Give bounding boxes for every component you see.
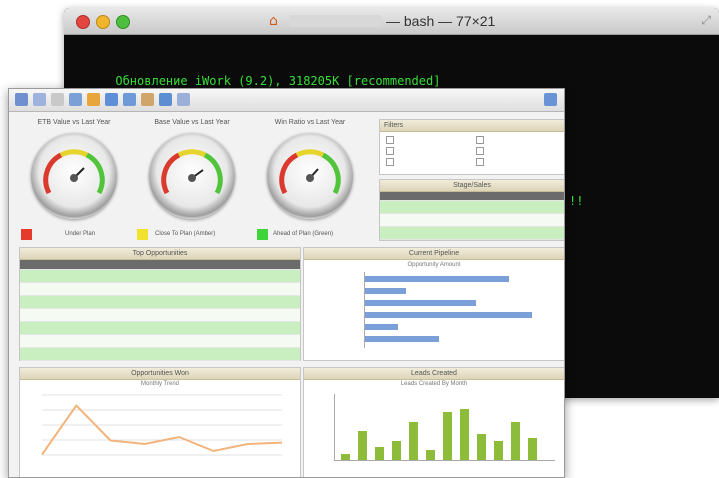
leads-bar[interactable]	[443, 412, 452, 460]
leads-bar[interactable]	[409, 422, 418, 460]
line-series	[41, 403, 283, 456]
opportunities-won-subtitle: Monthly Trend	[140, 381, 180, 387]
table-row[interactable]	[380, 227, 564, 240]
legend-label: Ahead of Plan (Green)	[273, 231, 334, 237]
leads-bar[interactable]	[341, 454, 350, 460]
pipeline-panel: Current Pipeline Opportunity Amount	[303, 247, 564, 361]
pipeline-bar[interactable]	[365, 276, 509, 282]
leads-created-panel: Leads Created Leads Created By Month	[303, 367, 564, 477]
gauge-dial	[279, 149, 341, 195]
table-row[interactable]	[20, 348, 300, 361]
gauge-dial	[161, 149, 223, 195]
top-opportunities-title: Top Opportunities	[20, 248, 300, 260]
pipeline-chart	[364, 272, 555, 348]
pipeline-bar[interactable]	[365, 312, 532, 318]
table-row[interactable]	[380, 214, 564, 227]
pipeline-bar[interactable]	[365, 324, 398, 330]
leads-created-subtitle: Leads Created By Month	[400, 381, 468, 387]
pipeline-subtitle: Opportunity Amount	[407, 262, 461, 268]
leads-created-title: Leads Created	[304, 368, 564, 380]
filters-panel[interactable]: Filters	[379, 119, 564, 175]
terminal-titlebar[interactable]: ⌂ — bash — 77×21 ⤢	[64, 8, 719, 35]
back-icon[interactable]	[15, 93, 28, 106]
filter-checkbox[interactable]	[476, 158, 484, 166]
gauge-title: Base Value vs Last Year	[154, 119, 230, 126]
fullscreen-icon[interactable]: ⤢	[701, 13, 711, 28]
bar-chart	[334, 394, 555, 461]
stage-title: Stage/Sales	[380, 180, 564, 192]
redacted-hostname	[289, 15, 381, 27]
settings-icon[interactable]	[141, 93, 154, 106]
minimize-button[interactable]	[96, 15, 110, 29]
home-folder-icon: ⌂	[269, 13, 278, 29]
forward-icon[interactable]	[33, 93, 46, 106]
help-icon[interactable]	[177, 93, 190, 106]
filter-checkbox[interactable]	[476, 147, 484, 155]
leads-bar[interactable]	[511, 422, 520, 460]
legend-swatch-red	[21, 229, 32, 240]
gauge-title: Win Ratio vs Last Year	[274, 119, 346, 126]
pipeline-bar[interactable]	[365, 300, 476, 306]
legend-swatch-green	[257, 229, 268, 240]
leads-bar[interactable]	[426, 450, 435, 460]
reload-icon[interactable]	[51, 93, 64, 106]
table-row[interactable]	[20, 283, 300, 296]
table-row[interactable]	[20, 322, 300, 335]
stage-panel: Stage/Sales	[379, 179, 564, 241]
gauge-dial	[43, 149, 105, 195]
pipeline-bar[interactable]	[365, 288, 406, 294]
table-row[interactable]	[20, 335, 300, 348]
legend-label: Under Plan	[65, 231, 96, 237]
leads-bar[interactable]	[460, 409, 469, 460]
line-chart	[41, 394, 283, 456]
table-row[interactable]	[20, 296, 300, 309]
dashboard-window[interactable]: ETB Value vs Last Year Base Value vs Las…	[8, 88, 565, 478]
leads-bar[interactable]	[358, 431, 367, 460]
table-row[interactable]	[380, 201, 564, 214]
filter-checkbox[interactable]	[476, 136, 484, 144]
opportunities-won-panel: Opportunities Won Monthly Trend	[19, 367, 301, 477]
table-header-row	[380, 192, 564, 201]
pipeline-bar[interactable]	[365, 336, 439, 342]
legend-label: Close To Plan (Amber)	[155, 231, 216, 237]
top-opportunities-panel: Top Opportunities	[19, 247, 301, 361]
terminal-title: — bash — 77×21	[386, 13, 496, 29]
legend-swatch-amber	[137, 229, 148, 240]
opportunities-won-title: Opportunities Won	[20, 368, 300, 380]
gauge-3	[267, 133, 353, 219]
print-icon[interactable]	[159, 93, 172, 106]
share-icon[interactable]	[123, 93, 136, 106]
tool-icon[interactable]	[69, 93, 82, 106]
pipeline-title: Current Pipeline	[304, 248, 564, 260]
gauge-2	[149, 133, 235, 219]
filters-title: Filters	[380, 120, 564, 132]
filter-checkbox[interactable]	[386, 147, 394, 155]
table-header-row	[20, 260, 300, 270]
terminal-fragment: !!	[569, 194, 584, 208]
gauge-1	[31, 133, 117, 219]
export-icon[interactable]	[544, 93, 557, 106]
table-row[interactable]	[20, 270, 300, 283]
leads-bar[interactable]	[494, 441, 503, 460]
leads-bar[interactable]	[477, 434, 486, 460]
dashboard-toolbar	[9, 89, 564, 112]
close-button[interactable]	[76, 15, 90, 29]
leads-bar[interactable]	[528, 438, 537, 460]
filter-checkbox[interactable]	[386, 158, 394, 166]
leads-bar[interactable]	[375, 447, 384, 460]
mail-icon[interactable]	[105, 93, 118, 106]
leads-bar[interactable]	[392, 441, 401, 460]
folder-icon[interactable]	[87, 93, 100, 106]
zoom-button[interactable]	[116, 15, 130, 29]
table-row[interactable]	[20, 309, 300, 322]
filter-checkbox[interactable]	[386, 136, 394, 144]
gauge-title: ETB Value vs Last Year	[37, 119, 111, 126]
